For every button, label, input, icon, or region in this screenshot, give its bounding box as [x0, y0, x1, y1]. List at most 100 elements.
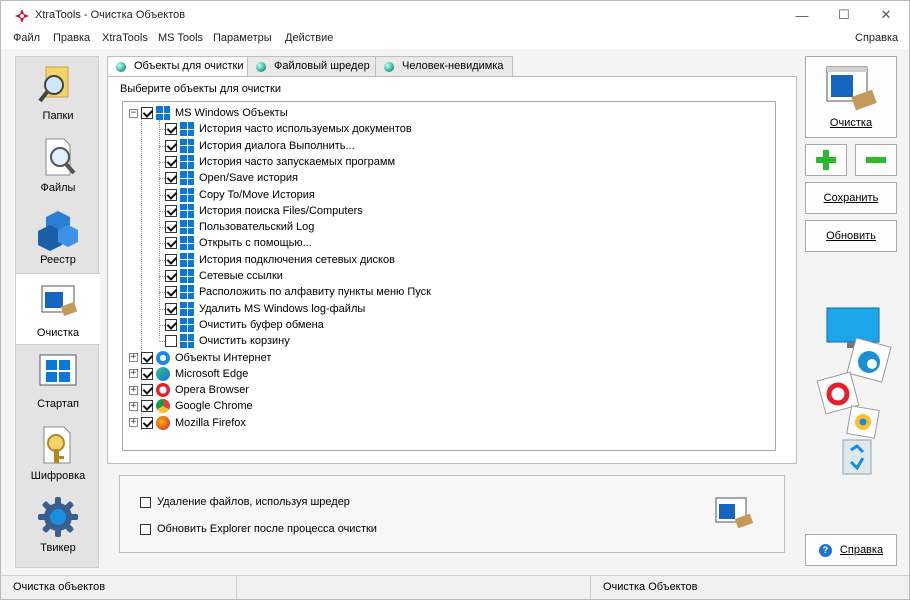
tree-item[interactable]: + Mozilla Firefox — [129, 415, 246, 431]
tree-item[interactable]: История часто запускаемых программ — [165, 154, 395, 170]
folder-search-icon — [38, 66, 69, 103]
menu-parameters[interactable]: Параметры — [213, 32, 272, 44]
tree-checkbox[interactable] — [165, 221, 177, 234]
close-button[interactable]: ✕ — [865, 1, 907, 29]
tree-checkbox[interactable] — [141, 367, 153, 380]
tab-label: Файловый шредер — [274, 60, 370, 72]
sidebar-item-encryption[interactable]: Шифровка — [16, 417, 100, 489]
expand-icon[interactable]: + — [129, 385, 138, 395]
tree-checkbox[interactable] — [165, 253, 177, 266]
add-button[interactable] — [805, 144, 847, 176]
tab-label: Объекты для очистки — [134, 60, 244, 72]
tree-checkbox[interactable] — [165, 335, 177, 348]
maximize-button[interactable]: ☐ — [823, 1, 865, 29]
option-shredder[interactable]: Удаление файлов, используя шредер — [140, 496, 350, 508]
tree-checkbox[interactable] — [165, 155, 177, 168]
tree-checkbox[interactable] — [165, 172, 177, 185]
menu-help[interactable]: Справка — [855, 32, 898, 44]
expand-icon[interactable]: + — [129, 353, 138, 362]
windows-logo-icon — [180, 317, 194, 332]
windows-logo-icon — [180, 334, 194, 349]
sidebar-item-cleanup[interactable]: Очистка — [16, 273, 100, 345]
tree-item[interactable]: История диалога Выполнить... — [165, 138, 355, 154]
tree-item[interactable]: История подключения сетевых дисков — [165, 252, 395, 268]
tree-item[interactable]: Удалить MS Windows log-файлы — [165, 301, 365, 317]
tree-item-label: Сетевые ссылки — [199, 270, 283, 282]
status-spacer — [237, 576, 591, 599]
sidebar-label-files: Файлы — [40, 182, 76, 194]
tree-checkbox[interactable] — [165, 188, 177, 201]
windows-logo-icon — [180, 187, 194, 202]
tab-cleanup-objects[interactable]: Объекты для очистки — [107, 56, 253, 77]
tree-checkbox[interactable] — [165, 139, 177, 152]
tab-dot-icon — [384, 62, 394, 72]
tree-item[interactable]: Открыть с помощью... — [165, 235, 312, 251]
tree-item[interactable]: + Объекты Интернет — [129, 350, 271, 366]
tree-checkbox[interactable] — [141, 400, 153, 413]
tree-checkbox[interactable] — [165, 302, 177, 315]
expand-icon[interactable]: + — [129, 418, 138, 428]
menu-xtratools[interactable]: XtraTools — [102, 32, 148, 44]
remove-button[interactable] — [855, 144, 897, 176]
tree-checkbox[interactable] — [165, 318, 177, 331]
tab-invisible-man[interactable]: Человек-невидимка — [375, 56, 513, 76]
windows-logo-icon — [180, 236, 194, 251]
tab-file-shredder[interactable]: Файловый шредер — [247, 56, 379, 76]
object-tree[interactable]: − MS Windows Объекты История часто использ… — [122, 101, 776, 451]
tree-checkbox[interactable] — [165, 204, 177, 217]
sidebar-item-files[interactable]: Файлы — [16, 129, 100, 201]
windows-logo-icon — [180, 301, 194, 316]
tree-item-label: История подключения сетевых дисков — [199, 253, 395, 266]
menu-edit[interactable]: Правка — [53, 32, 90, 44]
collapse-icon[interactable]: − — [129, 108, 138, 118]
menu-file[interactable]: Файл — [13, 32, 40, 44]
tree-checkbox[interactable] — [165, 237, 177, 250]
tree-checkbox[interactable] — [141, 416, 153, 429]
tree-item[interactable]: История поиска Files/Computers — [165, 203, 363, 219]
minimize-button[interactable]: — — [781, 1, 823, 29]
encryption-icon — [43, 426, 71, 464]
clean-button[interactable]: Очистка — [805, 56, 897, 138]
tree-item[interactable]: Очистить буфер обмена — [165, 317, 324, 333]
help-button[interactable]: ? Справка — [805, 534, 897, 566]
cleanup-illustration-icon — [715, 497, 754, 529]
sidebar-item-startup[interactable]: Стартап — [16, 345, 100, 417]
save-button[interactable]: Сохранить — [805, 182, 897, 214]
tree-checkbox[interactable] — [165, 123, 177, 136]
sidebar-item-folders[interactable]: Папки — [16, 57, 100, 129]
tree-item[interactable]: Сетевые ссылки — [165, 268, 283, 284]
tree-checkbox[interactable] — [165, 270, 177, 282]
tree-item[interactable]: Пользовательский Log — [165, 219, 314, 235]
refresh-button[interactable]: Обновить — [805, 220, 897, 252]
tree-checkbox[interactable] — [165, 286, 177, 299]
menu-bar: Файл Правка XtraTools MS Tools Параметры… — [1, 29, 909, 49]
sidebar-label-registry: Реестр — [40, 254, 76, 266]
tree-item[interactable]: + Microsoft Edge — [129, 366, 248, 382]
windows-logo-icon — [180, 154, 194, 169]
tree-item[interactable]: − MS Windows Объекты — [129, 105, 288, 121]
plus-icon — [816, 150, 836, 170]
windows-logo-icon — [180, 220, 194, 235]
menu-mstools[interactable]: MS Tools — [158, 32, 203, 44]
tree-item[interactable]: Расположить по алфавиту пункты меню Пуск — [165, 284, 431, 300]
tree-item-label: История часто используемых документов — [199, 123, 412, 136]
tree-checkbox[interactable] — [141, 351, 153, 364]
tree-item[interactable]: Copy To/Move История — [165, 187, 315, 203]
tree-checkbox[interactable] — [141, 384, 153, 397]
expand-icon[interactable]: + — [129, 369, 138, 379]
sidebar-item-registry[interactable]: Реестр — [16, 201, 100, 273]
expand-icon[interactable]: + — [129, 401, 138, 411]
tree-checkbox[interactable] — [141, 107, 153, 119]
sidebar-item-tweaker[interactable]: Твикер — [16, 489, 100, 561]
tree-item[interactable]: Очистить корзину — [165, 333, 290, 349]
shredder-checkbox[interactable] — [140, 496, 151, 508]
tree-item[interactable]: + Google Chrome — [129, 398, 253, 414]
sidebar: Папки Файлы Реестр Очистка Стартап Шифро… — [15, 56, 100, 568]
menu-action[interactable]: Действие — [285, 32, 333, 44]
tree-item[interactable]: Open/Save история — [165, 170, 298, 186]
windows-logo-icon — [156, 106, 170, 120]
refresh-explorer-checkbox[interactable] — [140, 523, 151, 535]
option-refresh-explorer[interactable]: Обновить Explorer после процесса очистки — [140, 523, 377, 535]
tree-item[interactable]: История часто используемых документов — [165, 121, 412, 137]
tree-item[interactable]: + Opera Browser — [129, 382, 249, 398]
